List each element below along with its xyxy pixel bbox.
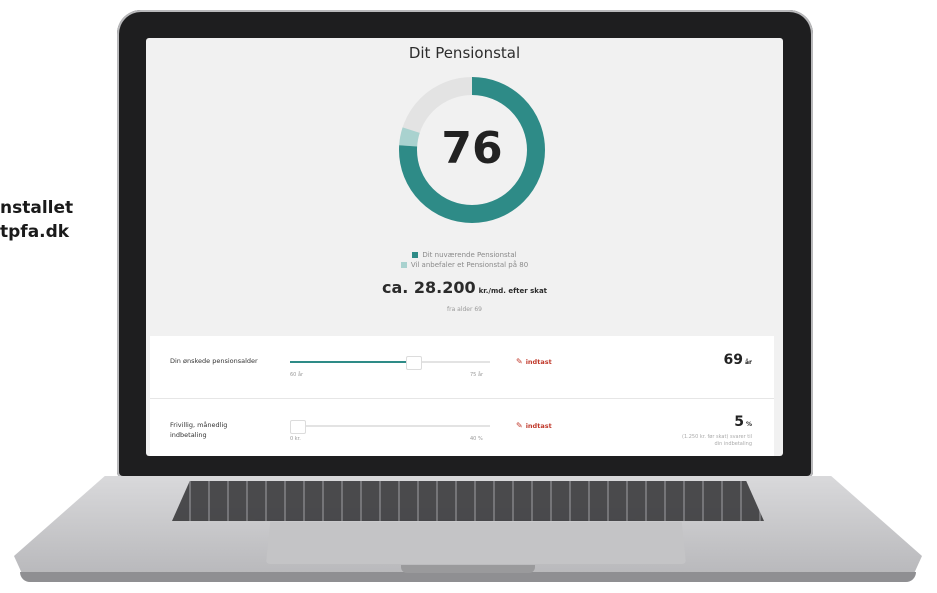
retirement-age-edit-button[interactable]: ✎ indtast: [516, 357, 552, 366]
retirement-age-slider-fill: [290, 361, 410, 363]
voluntary-payment-value: 5%: [734, 414, 752, 430]
settings-panel: Din ønskede pensionsalder 60 år 75 år ✎ i…: [150, 336, 774, 456]
voluntary-payment-slider[interactable]: [290, 420, 490, 434]
voluntary-payment-label: Frivillig, månedlig indbetaling: [170, 421, 228, 439]
retirement-age-slider[interactable]: [290, 356, 490, 370]
retirement-age-slider-handle[interactable]: [406, 356, 422, 370]
pension-score-value: 76: [441, 123, 503, 174]
voluntary-payment-slider-handle[interactable]: [290, 420, 306, 434]
pencil-icon: ✎: [516, 421, 523, 430]
retirement-age-number: 69: [723, 352, 743, 368]
retirement-age-unit: år: [744, 359, 752, 366]
laptop-foot: [20, 572, 916, 582]
retirement-age-min: 60 år: [290, 372, 304, 378]
voluntary-payment-row: Frivillig, månedlig indbetaling 0 kr. 40…: [150, 400, 774, 456]
amount-subtext: fra alder 69: [446, 306, 482, 313]
legend-item-current: Dit nuværende Pensionstal: [146, 250, 783, 260]
voluntary-payment-max: 40 %: [470, 436, 483, 442]
legend-label-current: Dit nuværende Pensionstal: [422, 251, 517, 259]
side-caption: nstallet tpfa.dk: [0, 196, 73, 244]
laptop-screen: Dit Pensionstal 76 Dit nuværende Pension…: [146, 38, 783, 456]
voluntary-payment-number: 5: [734, 414, 744, 430]
retirement-age-edit-label: indtast: [525, 358, 552, 366]
retirement-age-row: Din ønskede pensionsalder 60 år 75 år ✎ i…: [150, 336, 774, 399]
voluntary-payment-note: (1.250 kr. før skat) svarer til din indb…: [682, 434, 752, 447]
legend-item-recommended: Vil anbefaler et Pensionstal på 80: [146, 260, 783, 270]
caption-line-2: tpfa.dk: [0, 222, 70, 242]
monthly-amount-unit: kr./md. efter skat: [478, 287, 548, 295]
gauge-legend: Dit nuværende Pensionstal Vil anbefaler …: [146, 250, 783, 270]
legend-label-recommended: Vil anbefaler et Pensionstal på 80: [410, 261, 529, 269]
page-title: Dit Pensionstal: [408, 44, 521, 62]
monthly-amount: ca. 28.200 kr./md. efter skat: [146, 278, 783, 297]
retirement-age-max: 75 år: [470, 372, 484, 378]
voluntary-payment-edit-label: indtast: [525, 422, 552, 430]
pencil-icon: ✎: [516, 357, 523, 366]
laptop-keyboard: [172, 481, 764, 521]
caption-line-1: nstallet: [0, 198, 74, 218]
voluntary-payment-unit: %: [745, 421, 752, 428]
voluntary-payment-edit-button[interactable]: ✎ indtast: [516, 421, 552, 430]
laptop-trackpad: [266, 522, 686, 564]
laptop-hinge: [401, 565, 535, 573]
voluntary-payment-min: 0 kr.: [290, 436, 301, 442]
monthly-amount-value: ca. 28.200: [381, 278, 476, 297]
legend-swatch-recommended: [400, 262, 407, 268]
retirement-age-value: 69 år: [724, 352, 753, 368]
retirement-age-label: Din ønskede pensionsalder: [170, 357, 258, 365]
legend-swatch-current: [412, 252, 419, 258]
